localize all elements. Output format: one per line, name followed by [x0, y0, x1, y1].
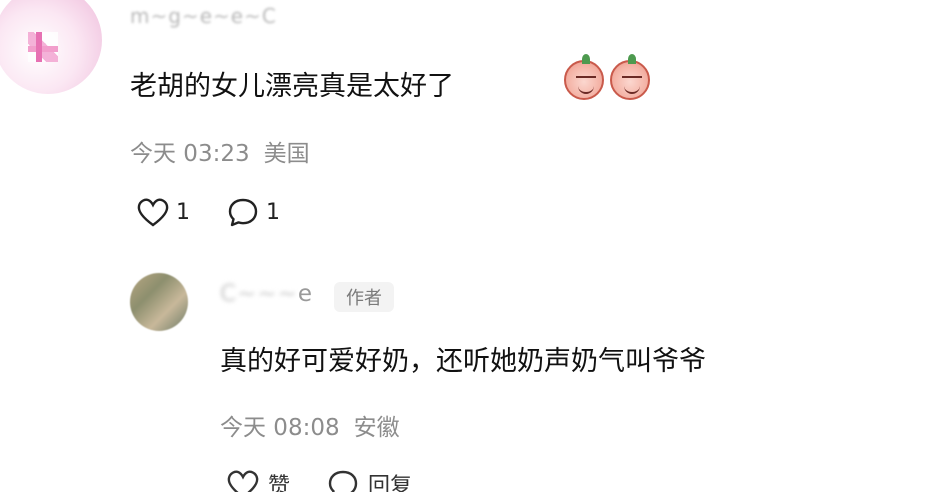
avatar-image — [28, 32, 58, 62]
author-badge: 作者 — [334, 282, 394, 312]
reply-count-button[interactable]: 1 — [226, 196, 280, 228]
heart-icon — [137, 198, 169, 227]
reply-reply-label: 回复 — [368, 474, 413, 492]
reply-username-blurred: C~~~ — [220, 281, 298, 307]
reply-meta: 今天 08:08 安徽 — [220, 408, 414, 442]
reply-username-suffix: e — [297, 281, 313, 307]
peach-face-icon — [564, 54, 604, 100]
like-button[interactable]: 1 — [136, 196, 190, 228]
comment-text: 老胡的女儿漂亮真是太好了 — [130, 71, 454, 102]
reply-count: 1 — [266, 199, 280, 225]
username[interactable]: m~g~e~e~C — [130, 4, 277, 28]
reply-text: 真的好可爱好奶，还听她奶声奶气叫爷爷 — [220, 346, 706, 377]
reply-reply-button[interactable]: 回复 — [326, 468, 412, 492]
reply-timestamp: 今天 08:08 — [220, 415, 340, 441]
comment-thread: m~g~e~e~C 老胡的女儿漂亮真是太好了 今天 03:23 美国 1 1 C~… — [0, 0, 944, 492]
comment-bubble-icon — [228, 198, 258, 227]
peach-face-icon — [610, 54, 650, 100]
comment-bubble-icon — [328, 470, 358, 492]
comment-actions: 1 1 — [136, 194, 280, 230]
reply-username[interactable]: C~~~e — [220, 281, 312, 307]
reply-avatar[interactable] — [130, 273, 188, 331]
reply-location: 安徽 — [353, 415, 400, 441]
heart-icon — [227, 470, 259, 492]
reply-like-button[interactable]: 赞 — [226, 468, 290, 492]
reply-actions: 赞 回复 — [226, 466, 412, 492]
reply-like-label: 赞 — [268, 474, 291, 492]
avatar[interactable] — [0, 0, 102, 94]
comment-meta: 今天 03:23 美国 — [130, 134, 324, 168]
location: 美国 — [263, 141, 310, 167]
like-count: 1 — [176, 199, 190, 225]
timestamp: 今天 03:23 — [130, 141, 250, 167]
